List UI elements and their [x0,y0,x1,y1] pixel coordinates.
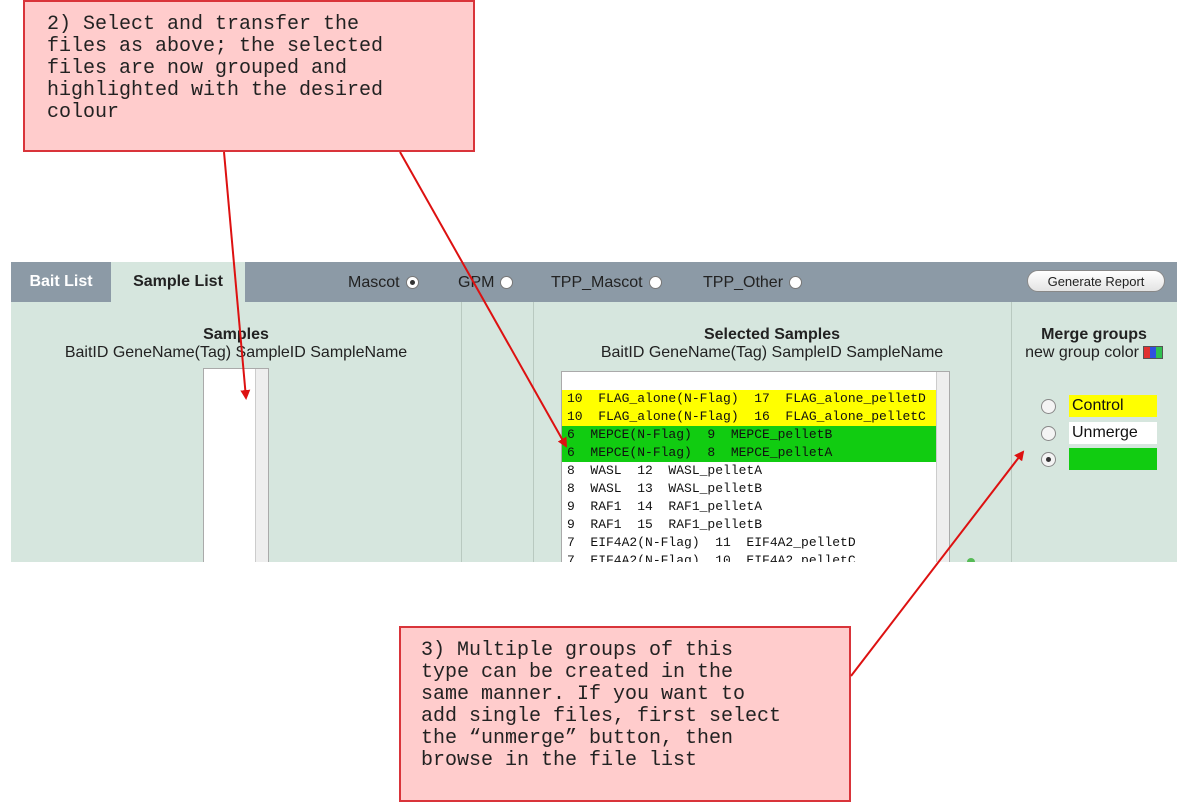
merge-group-label: Unmerge [1069,422,1157,444]
engine-option-tpp-mascot[interactable]: TPP_Mascot [551,274,662,292]
samples-title: Samples [203,326,269,343]
radio-mascot[interactable] [405,276,419,289]
radio-tpp-other[interactable] [789,276,803,289]
selected-sample-row[interactable]: 9 RAF1 15 RAF1_pelletB [562,516,937,534]
selected-samples-columns: BaitID GeneName(Tag) SampleID SampleName [600,344,944,361]
divider [461,302,462,562]
sample-report-panel: Bait List Sample List Mascot GPM TPP_Mas… [11,262,1177,562]
merge-groups-header: Merge groups new group color [1011,326,1177,362]
tab-sample-list[interactable]: Sample List [111,262,245,302]
merge-group-label [1069,448,1157,470]
selected-samples-title: Selected Samples [703,326,841,343]
selected-samples-scrollbar[interactable] [936,372,949,562]
radio-unmerge[interactable] [1041,426,1056,441]
samples-scrollbar[interactable] [255,369,268,562]
selected-samples-rows: 10 FLAG_alone(N-Flag) 17 FLAG_alone_pell… [562,390,937,562]
merge-groups-title: Merge groups [1041,326,1147,343]
callout-step-3: 3) Multiple groups of this type can be c… [399,626,851,802]
status-dot [967,558,975,562]
merge-group-label: Control [1069,395,1157,417]
samples-header: Samples BaitID GeneName(Tag) SampleID Sa… [11,326,461,362]
engine-option-tpp-other[interactable]: TPP_Other [703,274,803,292]
selected-samples-header: Selected Samples BaitID GeneName(Tag) Sa… [533,326,1011,362]
generate-report-button[interactable]: Generate Report [1027,270,1165,292]
engine-label: TPP_Mascot [551,274,643,291]
selected-sample-row[interactable]: 7 EIF4A2(N-Flag) 10 EIF4A2_pelletC [562,552,937,562]
engine-label: TPP_Other [703,274,784,291]
radio-new-group[interactable] [1041,452,1056,467]
selected-sample-row[interactable]: 10 FLAG_alone(N-Flag) 16 FLAG_alone_pell… [562,408,937,426]
tab-bait-list[interactable]: Bait List [11,262,111,302]
radio-tpp-mascot[interactable] [648,276,662,289]
selected-sample-row[interactable]: 7 EIF4A2(N-Flag) 11 EIF4A2_pelletD [562,534,937,552]
selected-sample-row[interactable]: 10 FLAG_alone(N-Flag) 17 FLAG_alone_pell… [562,390,937,408]
selected-sample-row[interactable]: 8 WASL 13 WASL_pelletB [562,480,937,498]
engine-label: Mascot [348,274,400,291]
selected-sample-row[interactable]: 6 MEPCE(N-Flag) 8 MEPCE_pelletA [562,444,937,462]
selected-sample-row[interactable]: 9 RAF1 14 RAF1_pelletA [562,498,937,516]
callout-step-2: 2) Select and transfer the files as abov… [23,0,475,152]
samples-columns: BaitID GeneName(Tag) SampleID SampleName [64,344,408,361]
engine-option-gpm[interactable]: GPM [458,274,514,292]
tab-bar: Bait List Sample List Mascot GPM TPP_Mas… [11,262,1177,302]
color-picker-icon[interactable] [1142,346,1163,359]
engine-label: GPM [458,274,495,291]
selected-sample-row[interactable]: 6 MEPCE(N-Flag) 9 MEPCE_pelletB [562,426,937,444]
radio-control[interactable] [1041,399,1056,414]
selected-samples-listbox[interactable]: 10 FLAG_alone(N-Flag) 17 FLAG_alone_pell… [561,371,950,562]
radio-gpm[interactable] [500,276,514,289]
selected-sample-row[interactable]: 8 WASL 12 WASL_pelletA [562,462,937,480]
engine-option-mascot[interactable]: Mascot [348,274,419,292]
samples-listbox[interactable] [203,368,269,562]
new-group-color-label: new group color [1025,344,1139,361]
